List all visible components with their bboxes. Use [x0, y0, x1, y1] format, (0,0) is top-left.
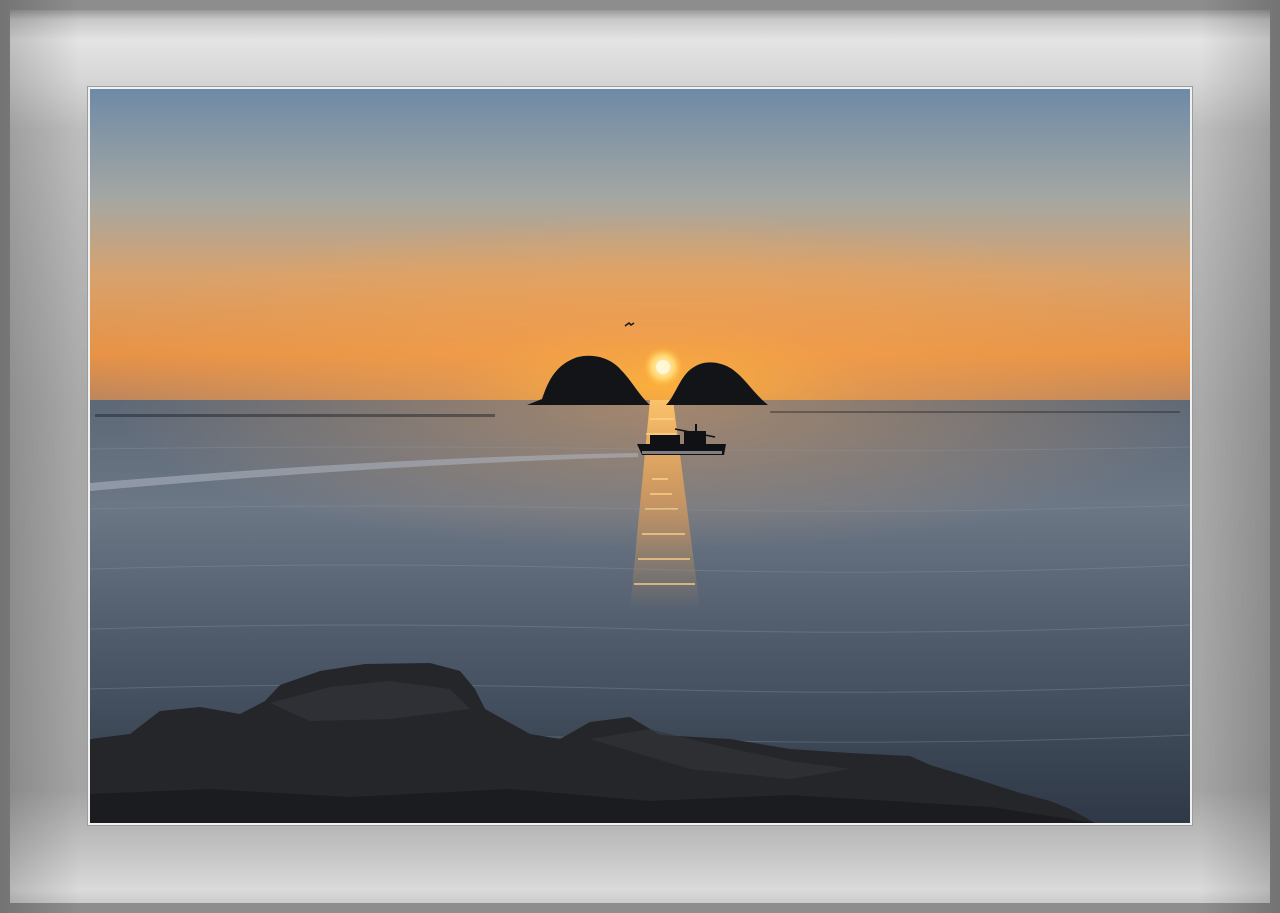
- sunset-photo: [88, 87, 1192, 825]
- sun: [656, 360, 670, 374]
